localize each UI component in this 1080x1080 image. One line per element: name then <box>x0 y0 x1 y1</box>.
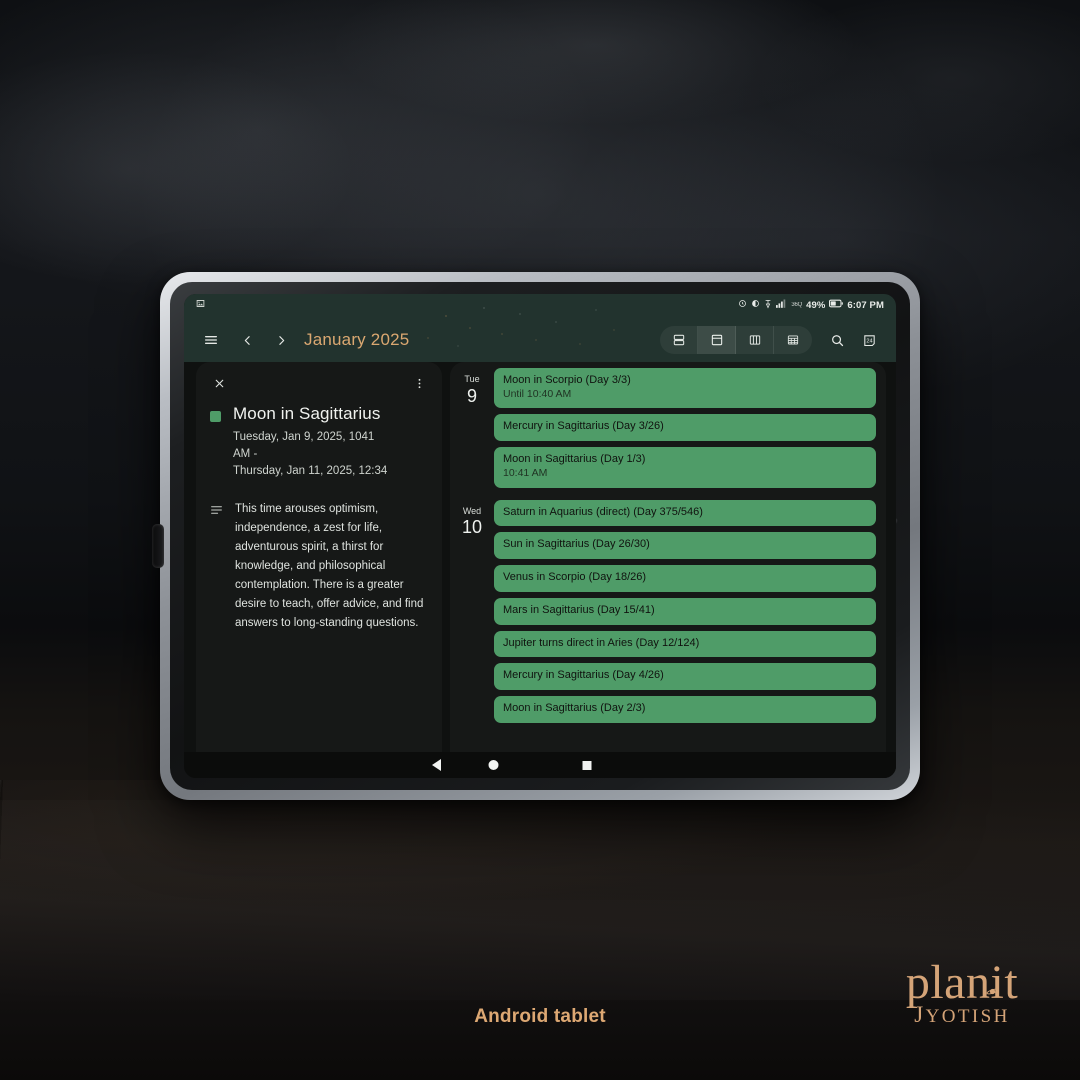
tablet-bezel: 36Q 49% 6:07 PM January 2025 24 Moon in … <box>170 282 910 790</box>
agenda-event-title: Mars in Sagittarius (Day 15/41) <box>503 603 655 616</box>
agenda-event-chip[interactable]: Moon in Sagittarius (Day 1/3) 10:41 AM <box>494 447 876 488</box>
day-view-icon[interactable] <box>698 326 736 354</box>
battery-icon <box>829 299 844 311</box>
signal-bars-icon <box>776 299 787 311</box>
search-icon[interactable] <box>824 327 850 353</box>
agenda-event-title: Saturn in Aquarius (direct) (Day 375/546… <box>503 505 703 518</box>
event-detail-panel: Moon in Sagittarius Tuesday, Jan 9, 2025… <box>196 362 442 752</box>
android-navigation-bar <box>184 752 896 778</box>
event-start-line-2: AM - <box>233 447 258 460</box>
agenda-day-label: Tue 9 <box>450 368 494 488</box>
agenda-event-chip[interactable]: Mercury in Sagittarius (Day 3/26) <box>494 414 876 442</box>
do-not-disturb-icon <box>751 299 760 311</box>
agenda-event-title: Mercury in Sagittarius (Day 3/26) <box>503 420 664 433</box>
agenda-day-events: Saturn in Aquarius (direct) (Day 375/546… <box>494 499 878 723</box>
status-bar-clock: 6:07 PM <box>847 299 884 311</box>
agenda-event-chip[interactable]: Venus in Scorpio (Day 18/26) <box>494 565 876 592</box>
saturn-planet-icon <box>986 958 999 995</box>
vpn-key-icon <box>764 299 772 312</box>
svg-text:24: 24 <box>866 338 872 344</box>
agenda-event-title: Mercury in Sagittarius (Day 4/26) <box>503 669 664 682</box>
event-title: Moon in Sagittarius <box>233 404 381 423</box>
event-datetime-range: Tuesday, Jan 9, 2025, 1041 AM - Thursday… <box>233 429 428 481</box>
android-status-bar: 36Q 49% 6:07 PM <box>184 294 896 316</box>
tablet-side-power-button[interactable] <box>152 524 164 568</box>
agenda-day-weekday: Tue <box>464 374 480 384</box>
hamburger-menu-icon[interactable] <box>198 327 224 353</box>
agenda-day-weekday: Wed <box>462 505 482 516</box>
event-start-line-1: Tuesday, Jan 9, 2025, 1041 <box>233 430 375 443</box>
brand-logo: planit JYOTISH <box>874 958 1050 1028</box>
agenda-day-separator <box>450 488 886 500</box>
agenda-event-title: Moon in Sagittarius (Day 1/3) <box>503 453 646 466</box>
wood-surface <box>0 780 1080 1080</box>
android-tablet-device: 36Q 49% 6:07 PM January 2025 24 Moon in … <box>152 272 920 800</box>
calendar-content-panes: Moon in Sagittarius Tuesday, Jan 9, 2025… <box>184 362 896 752</box>
agenda-event-title: Moon in Sagittarius (Day 2/3) <box>503 702 646 715</box>
chevron-right-icon[interactable] <box>268 327 294 353</box>
agenda-event-time: Until 10:40 AM <box>503 387 572 400</box>
event-title-row: Moon in Sagittarius <box>210 404 428 424</box>
agenda-event-time: 10:41 AM <box>503 466 548 479</box>
event-detail-header <box>210 374 428 392</box>
agenda-event-chip[interactable]: Sun in Sagittarius (Day 26/30) <box>494 532 876 560</box>
agenda-event-chip[interactable]: Saturn in Aquarius (direct) (Day 375/546… <box>494 499 876 527</box>
event-color-swatch <box>210 411 221 422</box>
network-speed-label: 36Q <box>791 302 803 308</box>
agenda-day-events: Moon in Scorpio (Day 3/3) Until 10:40 AM… <box>494 368 878 488</box>
chevron-left-icon[interactable] <box>234 327 260 353</box>
brand-name-text: planit <box>905 956 1019 1010</box>
agenda-event-title: Moon in Scorpio (Day 3/3) <box>503 374 631 386</box>
screenshot-image-icon <box>196 299 205 311</box>
page-title[interactable]: January 2025 <box>304 330 409 350</box>
battery-percent-label: 49% <box>806 299 826 311</box>
calendar-toolbar: January 2025 24 <box>184 320 896 360</box>
agenda-day-group: Tue 9 Moon in Scorpio (Day 3/3) Until 10… <box>450 368 886 488</box>
schedule-view-icon[interactable] <box>660 326 698 354</box>
agenda-day-label: Wed 10 <box>450 500 494 723</box>
agenda-event-chip[interactable]: Jupiter turns direct in Aries (Day 12/12… <box>494 630 876 658</box>
agenda-event-title: Jupiter turns direct in Aries (Day 12/12… <box>503 636 700 649</box>
scene-background: 36Q 49% 6:07 PM January 2025 24 Moon in … <box>0 0 1080 1080</box>
agenda-day-number: 9 <box>466 385 477 406</box>
agenda-day-number: 10 <box>461 517 483 538</box>
event-description: This time arouses optimism, independence… <box>235 503 424 630</box>
agenda-event-title: Sun in Sagittarius (Day 26/30) <box>503 538 650 551</box>
alarm-clock-icon <box>738 299 747 311</box>
view-mode-toggle-group <box>660 326 812 354</box>
today-calendar-24-icon[interactable]: 24 <box>856 327 882 353</box>
overflow-menu-dots-icon[interactable] <box>410 374 428 392</box>
nav-back-triangle-icon[interactable] <box>432 759 441 771</box>
three-day-view-icon[interactable] <box>736 326 774 354</box>
month-grid-view-icon[interactable] <box>774 326 812 354</box>
nav-home-circle-icon[interactable] <box>488 760 499 770</box>
agenda-event-chip[interactable]: Moon in Sagittarius (Day 2/3) <box>494 696 876 723</box>
tablet-screen: 36Q 49% 6:07 PM January 2025 24 Moon in … <box>184 294 896 778</box>
agenda-event-title: Venus in Scorpio (Day 18/26) <box>503 571 647 584</box>
agenda-event-chip[interactable]: Mercury in Sagittarius (Day 4/26) <box>494 663 876 691</box>
agenda-day-group: Wed 10 Saturn in Aquarius (direct) (Day … <box>450 499 886 723</box>
agenda-event-chip[interactable]: Moon in Scorpio (Day 3/3) Until 10:40 AM <box>494 368 876 409</box>
description-lines-icon <box>210 504 223 633</box>
event-end-line: Thursday, Jan 11, 2025, 12:34 <box>233 465 388 478</box>
agenda-event-chip[interactable]: Mars in Sagittarius (Day 15/41) <box>494 597 876 625</box>
event-description-row: This time arouses optimism, independence… <box>210 500 428 633</box>
close-x-icon[interactable] <box>210 374 228 392</box>
agenda-list-panel[interactable]: Tue 9 Moon in Scorpio (Day 3/3) Until 10… <box>450 362 886 752</box>
brand-name: planit <box>906 958 1018 1007</box>
nav-recents-square-icon[interactable] <box>582 760 592 770</box>
